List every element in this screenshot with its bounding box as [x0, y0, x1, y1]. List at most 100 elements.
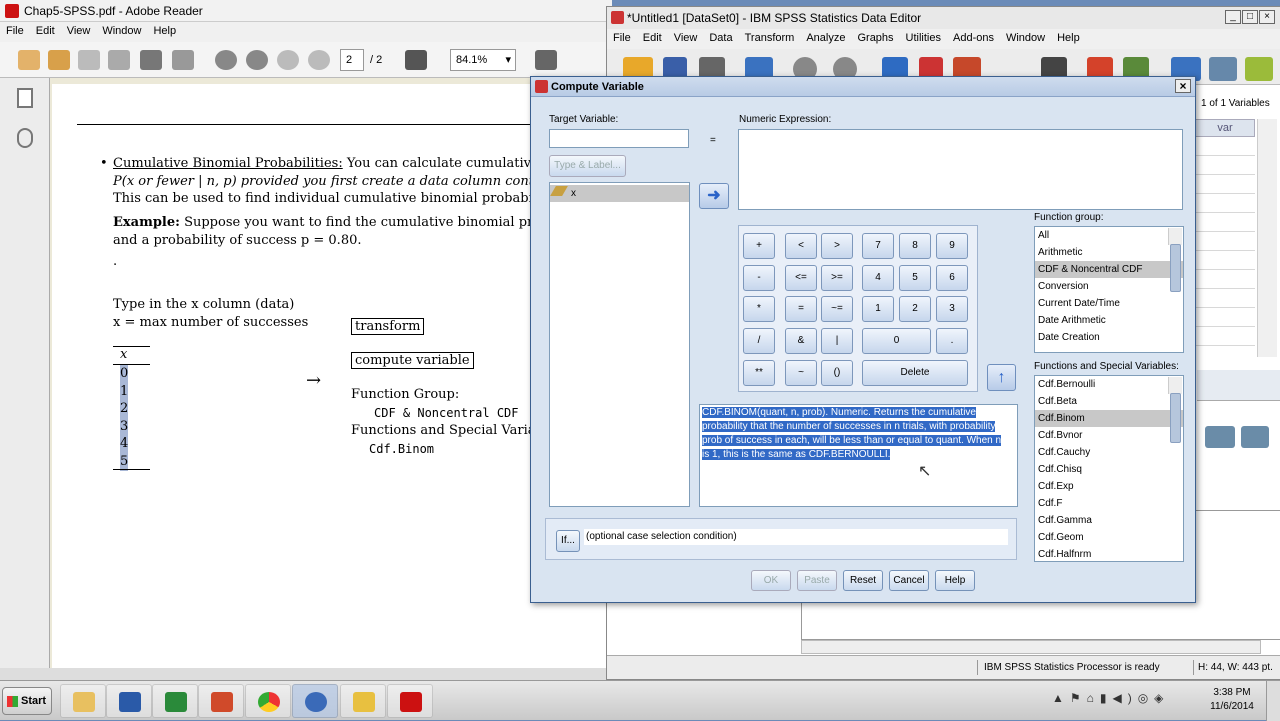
- list-item[interactable]: Date Arithmetic: [1035, 312, 1183, 329]
- equal-key[interactable]: =: [785, 296, 817, 322]
- spss-menu-addons[interactable]: Add-ons: [947, 29, 1000, 47]
- taskbar-word[interactable]: [106, 684, 152, 718]
- target-variable-input[interactable]: [549, 129, 689, 148]
- clock[interactable]: 3:38 PM 11/6/2014: [1204, 686, 1260, 714]
- taskbar-explorer[interactable]: [60, 684, 106, 718]
- list-item[interactable]: Cdf.F: [1035, 495, 1183, 512]
- close-button[interactable]: ×: [1259, 10, 1275, 24]
- dialog-close-button[interactable]: ×: [1175, 79, 1191, 93]
- minus-key[interactable]: -: [743, 265, 775, 291]
- spss-menu-transform[interactable]: Transform: [739, 29, 801, 47]
- spss-menu-data[interactable]: Data: [703, 29, 738, 47]
- create-pdf-icon[interactable]: [18, 50, 40, 70]
- insert-function-button[interactable]: ↑: [987, 364, 1016, 391]
- greater-equal-key[interactable]: >=: [821, 265, 853, 291]
- attachment-icon[interactable]: [17, 128, 33, 148]
- taskbar-chrome[interactable]: [245, 684, 291, 718]
- zoom-input[interactable]: 84.1% ▾: [450, 49, 516, 71]
- fit-page-icon[interactable]: [535, 50, 557, 70]
- first-page-icon[interactable]: [215, 50, 237, 70]
- spss-menu-file[interactable]: File: [607, 29, 637, 47]
- reader-menu-edit[interactable]: Edit: [30, 22, 61, 40]
- grid-scrollbar[interactable]: [1257, 119, 1277, 357]
- function-group-list[interactable]: All Arithmetic CDF & Noncentral CDF Conv…: [1034, 226, 1184, 353]
- paste-button[interactable]: Paste: [797, 570, 837, 591]
- not-equal-key[interactable]: ~=: [821, 296, 853, 322]
- or-key[interactable]: |: [821, 328, 853, 354]
- list-item[interactable]: x: [550, 185, 689, 202]
- function-group-scrollbar[interactable]: [1168, 228, 1182, 292]
- list-item[interactable]: All: [1035, 227, 1183, 244]
- variable-list[interactable]: x: [549, 182, 690, 507]
- weight-cases-icon[interactable]: [1209, 57, 1237, 81]
- seven-key[interactable]: 7: [862, 233, 894, 259]
- list-item[interactable]: Cdf.Beta: [1035, 393, 1183, 410]
- horizontal-scrollbar[interactable]: [801, 640, 1261, 654]
- save-icon[interactable]: [108, 50, 130, 70]
- reset-button[interactable]: Reset: [843, 570, 883, 591]
- list-item[interactable]: Cdf.Halfnrm: [1035, 546, 1183, 561]
- one-key[interactable]: 1: [862, 296, 894, 322]
- type-label-button[interactable]: Type & Label...: [549, 155, 626, 177]
- two-key[interactable]: 2: [899, 296, 931, 322]
- spss-menu-help[interactable]: Help: [1051, 29, 1086, 47]
- chart-builder-icon[interactable]: [1205, 426, 1235, 448]
- system-tray-icons[interactable]: ▲⚑⌂▮◀)◎◈: [1052, 691, 1202, 711]
- taskbar-spss[interactable]: [292, 684, 338, 718]
- minimize-button[interactable]: _: [1225, 10, 1241, 24]
- spss-menu-utilities[interactable]: Utilities: [900, 29, 947, 47]
- maximize-button[interactable]: □: [1242, 10, 1258, 24]
- column-header-var[interactable]: var: [1195, 119, 1255, 137]
- greater-than-key[interactable]: >: [821, 233, 853, 259]
- last-page-icon[interactable]: [308, 50, 330, 70]
- next-page-icon[interactable]: [277, 50, 299, 70]
- less-equal-key[interactable]: <=: [785, 265, 817, 291]
- show-desktop-button[interactable]: [1266, 681, 1280, 721]
- plus-key[interactable]: +: [743, 233, 775, 259]
- six-key[interactable]: 6: [936, 265, 968, 291]
- reader-menu-window[interactable]: Window: [96, 22, 147, 40]
- zero-key[interactable]: 0: [862, 328, 931, 354]
- list-item[interactable]: Arithmetic: [1035, 244, 1183, 261]
- functions-list[interactable]: Cdf.Bernoulli Cdf.Beta Cdf.Binom Cdf.Bvn…: [1034, 375, 1184, 562]
- if-button[interactable]: If...: [556, 530, 580, 552]
- reader-titlebar[interactable]: Chap5-SPSS.pdf - Adobe Reader: [0, 0, 612, 22]
- taskbar-adobe[interactable]: [387, 684, 433, 718]
- delete-key[interactable]: Delete: [862, 360, 968, 386]
- list-item[interactable]: Cdf.Geom: [1035, 529, 1183, 546]
- power-key[interactable]: **: [743, 360, 775, 386]
- taskbar-excel[interactable]: [152, 684, 198, 718]
- list-item[interactable]: Cdf.Cauchy: [1035, 444, 1183, 461]
- three-key[interactable]: 3: [936, 296, 968, 322]
- grid-cells[interactable]: [1195, 137, 1255, 357]
- divide-key[interactable]: /: [743, 328, 775, 354]
- less-than-key[interactable]: <: [785, 233, 817, 259]
- scroll-thumb[interactable]: [1170, 393, 1181, 443]
- decimal-key[interactable]: .: [936, 328, 968, 354]
- spss-menu-analyze[interactable]: Analyze: [800, 29, 851, 47]
- nine-key[interactable]: 9: [936, 233, 968, 259]
- combine-icon[interactable]: [48, 50, 70, 70]
- reader-menu-file[interactable]: File: [0, 22, 30, 40]
- five-key[interactable]: 5: [899, 265, 931, 291]
- list-item-selected[interactable]: Cdf.Binom: [1035, 410, 1183, 427]
- page-number-input[interactable]: 2: [340, 49, 364, 71]
- pivot-icon[interactable]: [1241, 426, 1269, 448]
- taskbar-pencil[interactable]: [340, 684, 386, 718]
- print-icon[interactable]: [140, 50, 162, 70]
- reader-menu-view[interactable]: View: [61, 22, 97, 40]
- dialog-titlebar[interactable]: Compute Variable ×: [531, 77, 1195, 97]
- list-item[interactable]: Current Date/Time: [1035, 295, 1183, 312]
- chevron-down-icon[interactable]: ▾: [505, 50, 511, 70]
- and-key[interactable]: &: [785, 328, 817, 354]
- select-tool-icon[interactable]: [405, 50, 427, 70]
- prev-page-icon[interactable]: [246, 50, 268, 70]
- move-variable-button[interactable]: ➜: [699, 183, 729, 209]
- list-item[interactable]: Date Creation: [1035, 329, 1183, 346]
- not-key[interactable]: ~: [785, 360, 817, 386]
- parentheses-key[interactable]: (): [821, 360, 853, 386]
- help-button[interactable]: Help: [935, 570, 975, 591]
- reader-menu-help[interactable]: Help: [147, 22, 182, 40]
- spss-menu-edit[interactable]: Edit: [637, 29, 668, 47]
- select-cases-icon[interactable]: [1245, 57, 1273, 81]
